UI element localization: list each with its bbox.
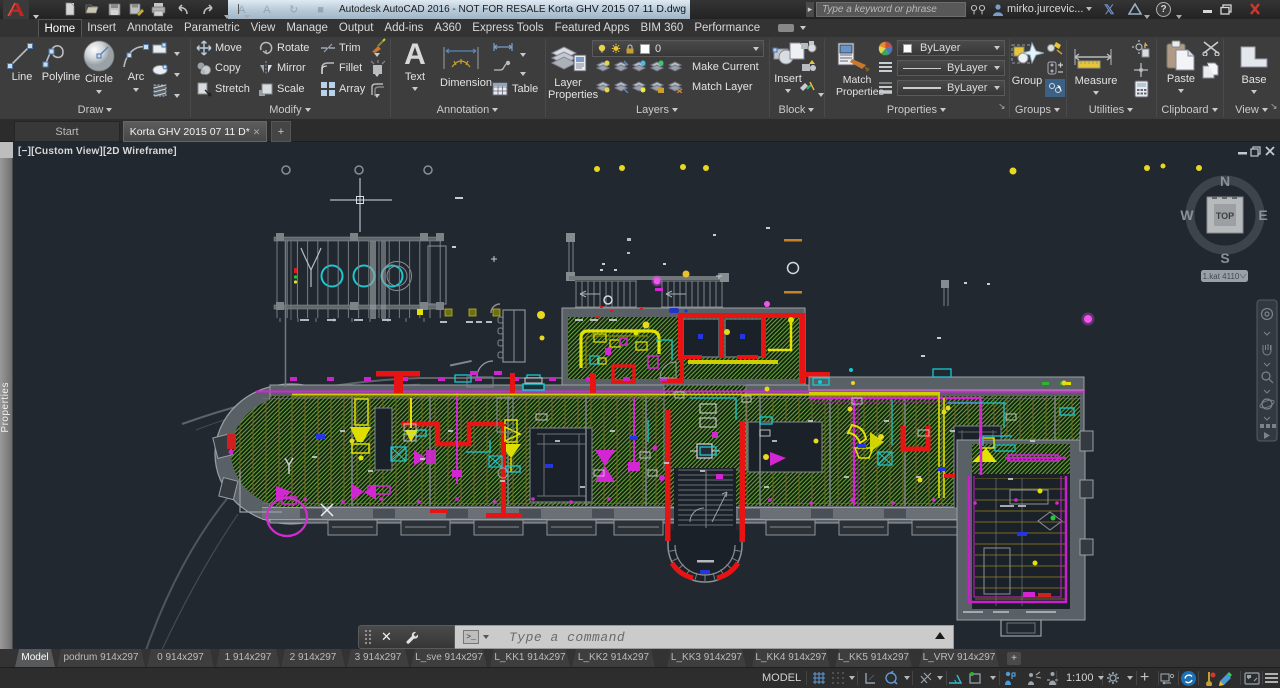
svg-text:TOP: TOP	[1216, 211, 1234, 221]
svg-text:1.kat 4110: 1.kat 4110	[1203, 272, 1240, 281]
svg-text:E: E	[1258, 207, 1267, 223]
svg-text:N: N	[1220, 173, 1230, 189]
svg-text:S: S	[1220, 250, 1229, 266]
svg-text:W: W	[1180, 207, 1194, 223]
